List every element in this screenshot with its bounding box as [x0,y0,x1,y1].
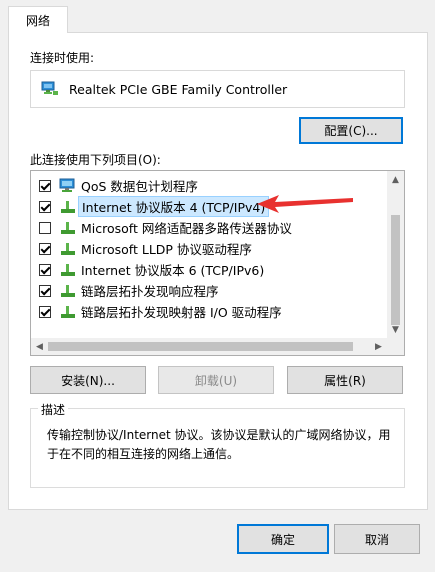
tab-label: 网络 [25,13,50,28]
list-item-label: Microsoft 网络适配器多路传送器协议 [81,221,292,236]
checkbox[interactable] [39,242,51,255]
description-title: 描述 [38,401,69,418]
scrollbar-corner [387,338,404,355]
protocol-icon [61,305,75,318]
vertical-scroll-thumb[interactable] [391,215,400,325]
protocol-icon [61,263,75,276]
checkbox[interactable] [39,221,51,234]
properties-button-label: 属性(R) [324,373,366,388]
list-item[interactable]: 链路层拓扑发现响应程序 [31,280,386,301]
install-button-label: 安装(N)... [61,373,115,388]
uninstall-button-label: 卸载(U) [194,373,238,388]
list-item[interactable]: 链路层拓扑发现映射器 I/O 驱动程序 [31,301,386,322]
scroll-up-icon[interactable]: ▲ [387,171,404,188]
install-button[interactable]: 安装(N)... [30,366,146,394]
list-item-label: Internet 协议版本 6 (TCP/IPv6) [81,263,265,278]
annotation-arrow-icon [257,195,353,213]
cancel-button-label: 取消 [364,532,389,547]
list-item[interactable]: Internet 协议版本 6 (TCP/IPv6) [31,259,386,280]
description-text: 传输控制协议/Internet 协议。该协议是默认的广域网络协议，用于在不同的相… [47,428,391,461]
adapter-name: Realtek PCIe GBE Family Controller [69,81,288,97]
list-item-label: QoS 数据包计划程序 [81,179,198,194]
cancel-button[interactable]: 取消 [334,524,420,554]
items-label: 此连接使用下列项目(O): [30,153,161,167]
configure-button-label: 配置(C)... [324,124,378,138]
protocol-icon [61,221,75,234]
qos-scheduler-icon [59,178,75,192]
checkbox[interactable] [39,200,51,213]
checkbox[interactable] [39,179,51,192]
list-item[interactable]: Microsoft LLDP 协议驱动程序 [31,238,386,259]
list-item-label: Microsoft LLDP 协议驱动程序 [81,242,252,257]
configure-button[interactable]: 配置(C)... [299,117,403,144]
horizontal-scroll-thumb[interactable] [48,342,353,351]
horizontal-scrollbar[interactable]: ◀ ▶ [31,338,387,355]
protocol-icon [61,200,75,213]
checkbox[interactable] [39,284,51,297]
scroll-left-icon[interactable]: ◀ [31,338,48,355]
properties-button[interactable]: 属性(R) [287,366,403,394]
checkbox[interactable] [39,263,51,276]
protocol-icon [61,242,75,255]
vertical-scrollbar[interactable]: ▲ ▼ [387,171,404,338]
network-adapter-icon [41,81,58,95]
adapter-field: Realtek PCIe GBE Family Controller [30,70,405,108]
scroll-right-icon[interactable]: ▶ [370,338,387,355]
list-item-label: 链路层拓扑发现响应程序 [81,284,219,299]
list-item[interactable]: Microsoft 网络适配器多路传送器协议 [31,217,386,238]
checkbox[interactable] [39,305,51,318]
tab-network[interactable]: 网络 [8,6,68,33]
ok-button[interactable]: 确定 [237,524,329,554]
protocol-icon [61,284,75,297]
ok-button-label: 确定 [270,532,295,547]
connect-using-label: 连接时使用: [30,51,95,65]
uninstall-button[interactable]: 卸载(U) [158,366,274,394]
list-item-label: 链路层拓扑发现映射器 I/O 驱动程序 [81,305,282,320]
scroll-down-icon[interactable]: ▼ [387,321,404,338]
list-item-label: Internet 协议版本 4 (TCP/IPv4) [78,196,270,217]
